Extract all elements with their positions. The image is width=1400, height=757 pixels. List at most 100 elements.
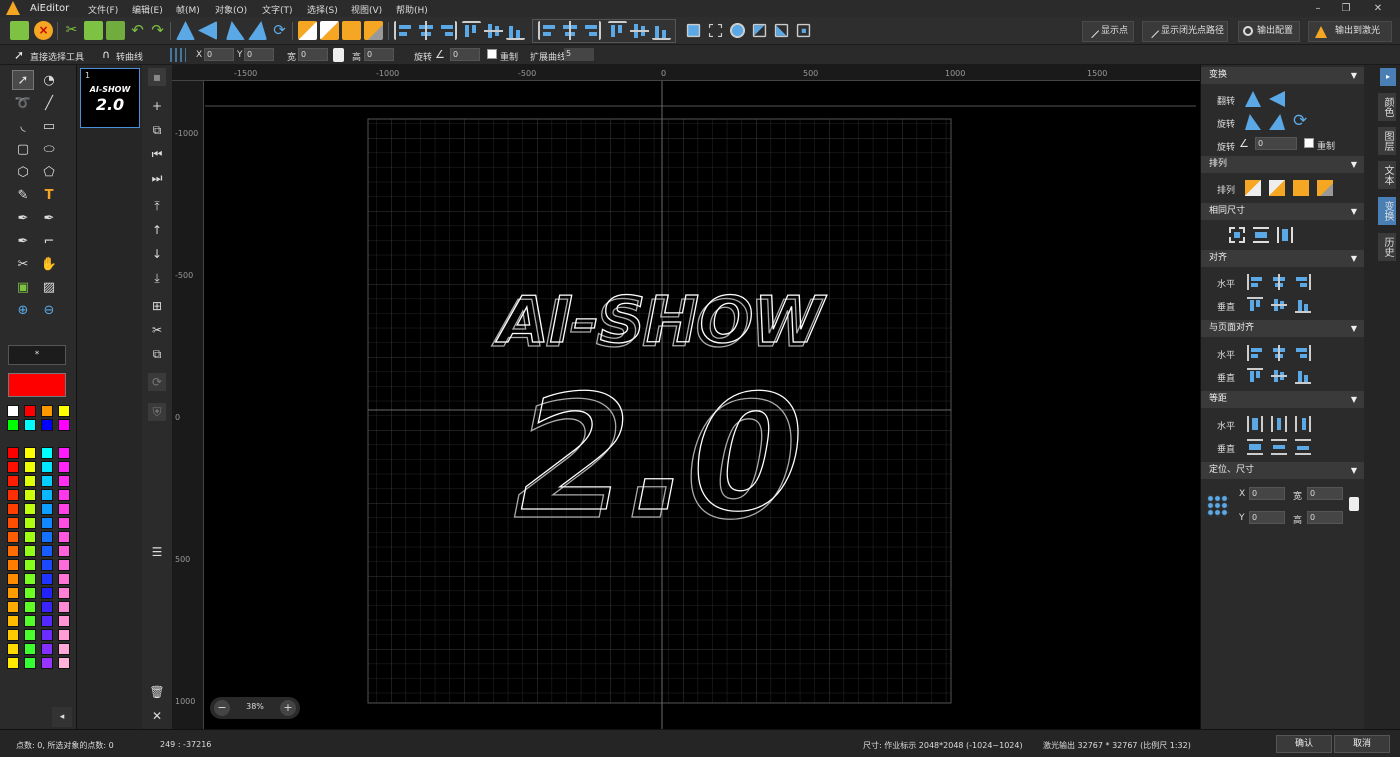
menu-select[interactable]: 选择(S) — [307, 3, 338, 16]
output-laser-button[interactable]: 输出到激光 — [1308, 21, 1392, 42]
align-center-h-icon[interactable] — [416, 21, 435, 40]
position-y-input[interactable]: 0 — [1249, 511, 1285, 524]
flip-vertical-icon[interactable] — [198, 21, 217, 40]
canvas-area[interactable]: -1500 -1000 -500 0 500 1000 1500 -1000 -… — [172, 65, 1200, 729]
rotate-cw-icon[interactable] — [1269, 114, 1285, 130]
page-align-center-icon[interactable] — [1271, 345, 1287, 361]
rounded-rect-tool-icon[interactable]: ▢ — [12, 139, 34, 159]
restore-icon[interactable]: ❐ — [1336, 1, 1356, 16]
rotate-right-icon[interactable] — [248, 21, 267, 40]
menu-view[interactable]: 视图(V) — [351, 3, 382, 16]
lock-ratio-icon[interactable] — [1349, 497, 1359, 511]
align-left-icon[interactable] — [394, 21, 413, 40]
palette-swatch[interactable] — [58, 643, 70, 655]
ungroup-icon[interactable] — [708, 23, 723, 38]
select-tool-icon[interactable]: ➚ — [12, 70, 34, 90]
undo-icon[interactable]: ↶ — [128, 21, 147, 40]
anchor-point-icon[interactable] — [1207, 495, 1229, 517]
palette-swatch[interactable] — [7, 601, 19, 613]
arc-tool-icon[interactable]: ◟ — [12, 116, 34, 136]
palette-swatch[interactable] — [58, 587, 70, 599]
color-swatch[interactable] — [24, 405, 36, 417]
last-frame-icon[interactable]: ⏭ — [148, 169, 166, 187]
align-middle-icon[interactable] — [1271, 297, 1287, 313]
distribute-h-center-icon[interactable] — [1271, 416, 1287, 432]
cut-icon[interactable]: ✂ — [62, 21, 81, 40]
palette-swatch[interactable] — [41, 447, 53, 459]
cancel-button[interactable]: 取消 — [1334, 735, 1390, 753]
align-right-icon[interactable] — [438, 21, 457, 40]
zoom-in-button[interactable]: + — [280, 700, 296, 716]
distribute-section-header[interactable]: 等距 ▼ — [1201, 391, 1365, 408]
same-size-both-icon[interactable] — [1229, 227, 1245, 243]
distribute-v-center-icon[interactable] — [1271, 439, 1287, 455]
duplicate-frame-icon[interactable]: ⧉ — [148, 121, 166, 139]
close-frames-icon[interactable]: ✕ — [148, 707, 166, 725]
palette-swatch[interactable] — [58, 531, 70, 543]
height-input[interactable]: 0 — [364, 48, 394, 61]
output-config-button[interactable]: 输出配置 — [1238, 21, 1300, 42]
freeform-shape-tool-icon[interactable]: ⬠ — [38, 162, 60, 182]
palette-swatch[interactable] — [24, 615, 36, 627]
palette-swatch[interactable] — [7, 489, 19, 501]
new-file-icon[interactable] — [10, 21, 29, 40]
copy-frame-icon[interactable]: ⧉ — [148, 345, 166, 363]
node-select-tool-icon[interactable]: ◔ — [38, 70, 60, 90]
palette-swatch[interactable] — [7, 629, 19, 641]
palette-swatch[interactable] — [24, 489, 36, 501]
minimize-icon[interactable]: – — [1308, 1, 1328, 16]
color-swatch[interactable] — [58, 405, 70, 417]
position-height-input[interactable]: 0 — [1307, 511, 1343, 524]
ellipse-tool-icon[interactable]: ⬭ — [38, 139, 60, 159]
align-top-icon[interactable] — [1247, 297, 1263, 313]
frame-thumbnail[interactable]: 1 AI-SHOW 2.0 — [80, 68, 140, 128]
palette-swatch[interactable] — [58, 573, 70, 585]
position-x-input[interactable]: 0 — [1249, 487, 1285, 500]
paste-icon[interactable] — [106, 21, 125, 40]
convert-curve-button[interactable]: 转曲线 — [116, 50, 143, 63]
trash-icon[interactable]: 🗑 — [148, 683, 166, 701]
page-align-left-icon[interactable] — [1247, 345, 1263, 361]
flip-h-icon[interactable] — [1245, 91, 1261, 107]
lasso-tool-icon[interactable]: ➰ — [12, 93, 34, 113]
palette-swatch[interactable] — [58, 447, 70, 459]
align-top-icon[interactable] — [462, 21, 481, 40]
tab-history[interactable]: 历史 — [1378, 233, 1396, 261]
menu-object[interactable]: 对象(O) — [215, 3, 247, 16]
line-tool-icon[interactable]: ╱ — [38, 93, 60, 113]
move-top-icon[interactable]: ⤒ — [148, 197, 166, 215]
insert-frame-icon[interactable]: ⊞ — [148, 297, 166, 315]
palette-swatch[interactable] — [58, 517, 70, 529]
x-input[interactable]: 0 — [204, 48, 234, 61]
page-align-right-icon[interactable] — [1295, 345, 1311, 361]
palette-swatch[interactable] — [41, 475, 53, 487]
palette-swatch[interactable] — [41, 601, 53, 613]
save-frame-icon[interactable]: ▪ — [148, 68, 166, 86]
bring-front-icon[interactable] — [298, 21, 317, 40]
checklist-icon[interactable]: ☰ — [148, 543, 166, 561]
palette-swatch[interactable] — [41, 531, 53, 543]
artwork[interactable]: AI-SHOW AI-SHOW 2.0 2.0 — [490, 283, 828, 555]
pencil-tool-icon[interactable]: ✎ — [12, 185, 34, 205]
palette-swatch[interactable] — [7, 643, 19, 655]
align-section-header[interactable]: 对齐 ▼ — [1201, 250, 1365, 267]
palette-swatch[interactable] — [58, 489, 70, 501]
color-star-field[interactable]: * — [8, 345, 66, 365]
redo-icon[interactable]: ↷ — [148, 21, 167, 40]
palette-swatch[interactable] — [41, 545, 53, 557]
flip-horizontal-icon[interactable] — [176, 21, 195, 40]
copy-checkbox[interactable] — [487, 49, 497, 59]
palette-swatch[interactable] — [41, 489, 53, 501]
palette-swatch[interactable] — [24, 475, 36, 487]
palette-swatch[interactable] — [7, 447, 19, 459]
text-tool-icon[interactable]: T — [38, 185, 60, 205]
rotate-input[interactable]: 0 — [450, 48, 480, 61]
current-color-swatch[interactable] — [8, 373, 66, 397]
page-align-section-header[interactable]: 与页面对齐 ▼ — [1201, 320, 1365, 337]
palette-swatch[interactable] — [7, 461, 19, 473]
palette-swatch[interactable] — [58, 657, 70, 669]
palette-swatch[interactable] — [58, 615, 70, 627]
palette-swatch[interactable] — [7, 587, 19, 599]
palette-swatch[interactable] — [41, 461, 53, 473]
same-height-icon[interactable] — [1277, 227, 1293, 243]
